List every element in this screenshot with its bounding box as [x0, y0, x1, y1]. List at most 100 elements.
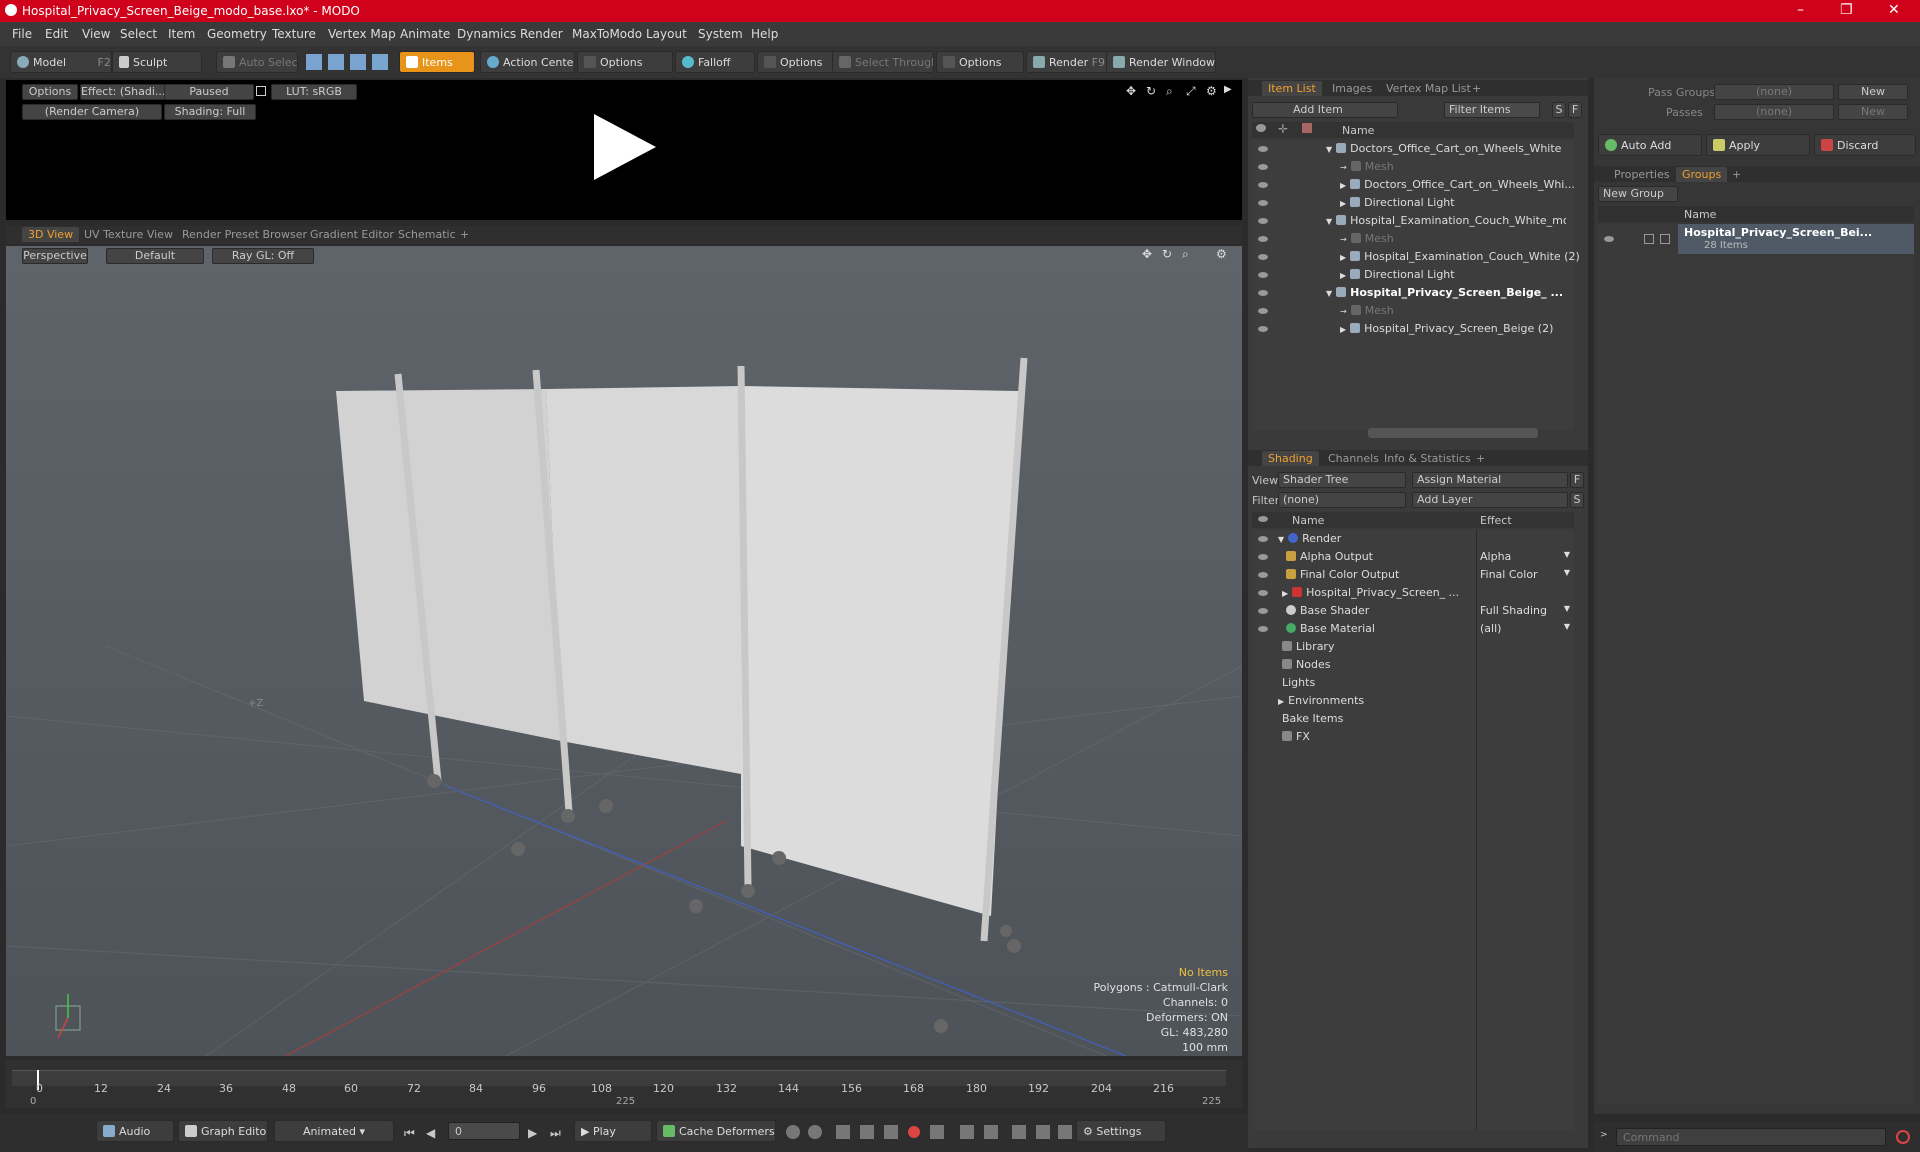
menu-dynamics[interactable]: Dynamics	[457, 27, 516, 41]
shader-row[interactable]: Bake Items	[1278, 712, 1468, 730]
chevron-right-icon[interactable]: ▶	[1340, 199, 1346, 208]
eye-icon[interactable]	[1258, 164, 1268, 170]
eye-icon[interactable]	[1258, 608, 1268, 614]
shader-row[interactable]: ▼ Render	[1278, 532, 1468, 550]
shader-row[interactable]: ▶ Hospital_Privacy_Screen_ ...	[1282, 586, 1472, 604]
checkbox-icon[interactable]	[1644, 234, 1654, 244]
shader-row[interactable]: Lights	[1278, 676, 1468, 694]
edge-select-icon[interactable]	[328, 54, 344, 70]
eye-icon[interactable]	[1258, 326, 1268, 332]
eye-icon[interactable]	[1258, 200, 1268, 206]
zoom-view-icon[interactable]: ⌕	[1166, 84, 1173, 99]
action-center-button[interactable]: Action Center	[480, 51, 575, 73]
material-select-icon[interactable]	[372, 54, 388, 70]
go-to-start-icon[interactable]: ⏮	[404, 1126, 415, 1141]
preview-options-button[interactable]: Options	[22, 84, 78, 100]
play-button[interactable]: ▶ Play	[574, 1120, 652, 1142]
effect-dropdown[interactable]: Alpha ▼	[1480, 550, 1572, 568]
key-icon[interactable]	[786, 1125, 800, 1139]
sculpt-mode-button[interactable]: Sculpt	[112, 51, 202, 73]
tab-shading[interactable]: Shading	[1262, 451, 1319, 466]
checkbox-icon[interactable]	[1660, 234, 1670, 244]
eye-icon[interactable]	[1258, 254, 1268, 260]
eye-icon[interactable]	[1258, 536, 1268, 542]
vertex-select-icon[interactable]	[306, 54, 322, 70]
items-mode-button[interactable]: Items	[399, 51, 475, 73]
command-status-icon[interactable]	[1896, 1130, 1910, 1144]
settings-button[interactable]: ⚙ Settings	[1076, 1120, 1166, 1142]
shader-row[interactable]: Final Color Output	[1282, 568, 1472, 586]
gear-icon[interactable]: ⚙	[1206, 84, 1217, 98]
item-row[interactable]: ▶ Hospital_Examination_Couch_White (2)	[1340, 250, 1580, 268]
apply-button[interactable]: Apply	[1706, 134, 1810, 156]
tab-render-preset-browser[interactable]: Render Preset Browser	[176, 227, 313, 242]
shader-row[interactable]: Nodes	[1278, 658, 1468, 676]
column-divider[interactable]	[1476, 530, 1477, 1130]
pass-groups-dropdown[interactable]: (none)	[1714, 84, 1834, 100]
eye-icon[interactable]	[1258, 236, 1268, 242]
step-back-icon[interactable]: ◀	[426, 1126, 435, 1140]
shading-dropdown[interactable]: Shading: Full	[164, 104, 256, 120]
add-tab-button[interactable]: +	[1726, 167, 1747, 182]
group-row[interactable]: Hospital_Privacy_Screen_Bei... 28 Items	[1678, 224, 1914, 254]
add-layer-dropdown[interactable]: Add Layer	[1412, 492, 1568, 508]
animated-dropdown[interactable]: Animated ▾	[274, 1120, 394, 1142]
menu-file[interactable]: File	[12, 27, 32, 41]
rotate-view-icon[interactable]: ↻	[1146, 84, 1156, 98]
effect-dropdown[interactable]: Final Color ▼	[1480, 568, 1572, 586]
eye-icon[interactable]	[1258, 590, 1268, 596]
record-icon[interactable]	[908, 1126, 920, 1138]
prev-key-icon[interactable]	[836, 1125, 850, 1139]
menu-edit[interactable]: Edit	[45, 27, 68, 41]
model-mode-button[interactable]: Model F2	[10, 51, 112, 73]
item-row[interactable]: ▼ Doctors_Office_Cart_on_Wheels_White ...	[1326, 142, 1566, 160]
search-toggle[interactable]: S	[1552, 102, 1566, 118]
timeline[interactable]: 0 12 24 36 48 60 72 84 96 108 120 132 14…	[6, 1060, 1242, 1108]
play-render-icon[interactable]	[590, 112, 660, 182]
filter-dropdown[interactable]: (none)	[1278, 492, 1406, 508]
menu-texture[interactable]: Texture	[272, 27, 316, 41]
next-key-icon[interactable]	[860, 1125, 874, 1139]
item-row[interactable]: ▶ Directional Light	[1340, 268, 1580, 286]
snap-icon[interactable]	[1058, 1125, 1072, 1139]
menu-help[interactable]: Help	[751, 27, 778, 41]
search-toggle[interactable]: S	[1570, 492, 1584, 508]
add-tab-button[interactable]: +	[1470, 451, 1491, 466]
preview-effect-dropdown[interactable]: Effect: (Shadi...	[80, 84, 166, 100]
lut-dropdown[interactable]: LUT: sRGB	[271, 84, 357, 100]
new-group-button[interactable]: New Group	[1598, 186, 1678, 202]
select-through-options-button[interactable]: Options	[936, 51, 1024, 73]
shader-row[interactable]: Library	[1278, 640, 1468, 658]
frame-input[interactable]: 0	[448, 1122, 520, 1140]
maximize-button[interactable]: ❐	[1840, 2, 1853, 18]
tab-groups[interactable]: Groups	[1676, 167, 1728, 182]
tab-channels[interactable]: Channels	[1322, 451, 1385, 466]
minimize-button[interactable]: –	[1797, 2, 1804, 18]
passes-dropdown[interactable]: (none)	[1714, 104, 1834, 120]
graph-editor-button[interactable]: Graph Editor	[178, 1120, 268, 1142]
close-button[interactable]: ✕	[1888, 2, 1900, 18]
chevron-right-icon[interactable]: ▶	[1282, 589, 1288, 598]
item-row[interactable]: ▶ Directional Light	[1340, 196, 1580, 214]
lock-icon[interactable]	[256, 86, 266, 96]
auto-add-button[interactable]: Auto Add	[1598, 134, 1702, 156]
eye-icon[interactable]	[1604, 236, 1614, 242]
item-row[interactable]: ▼ Hospital_Privacy_Screen_Beige_ ...	[1326, 286, 1566, 304]
assign-material-button[interactable]: Assign Material	[1412, 472, 1568, 488]
action-center-options-button[interactable]: Options	[577, 51, 673, 73]
item-row[interactable]: ▼ Hospital_Examination_Couch_White_mo ...	[1326, 214, 1566, 232]
shader-row[interactable]: FX	[1278, 730, 1468, 748]
tab-uv-texture-view[interactable]: UV Texture View	[78, 227, 179, 242]
chevron-down-icon[interactable]: ▶	[1278, 697, 1284, 706]
item-row[interactable]: → Mesh	[1340, 304, 1580, 322]
view-dropdown[interactable]: Shader Tree	[1278, 472, 1406, 488]
menu-view[interactable]: View	[82, 27, 110, 41]
item-row[interactable]: ▶ Hospital_Privacy_Screen_Beige (2)	[1340, 322, 1580, 340]
menu-maxtomodo[interactable]: MaxToModo	[572, 27, 642, 41]
new-pass-button[interactable]: New	[1838, 104, 1908, 120]
eye-icon[interactable]	[1258, 554, 1268, 560]
menu-geometry[interactable]: Geometry	[207, 27, 267, 41]
discard-button[interactable]: Discard	[1814, 134, 1916, 156]
move-view-icon[interactable]: ✥	[1126, 84, 1136, 98]
item-row[interactable]: → Mesh	[1340, 160, 1580, 178]
